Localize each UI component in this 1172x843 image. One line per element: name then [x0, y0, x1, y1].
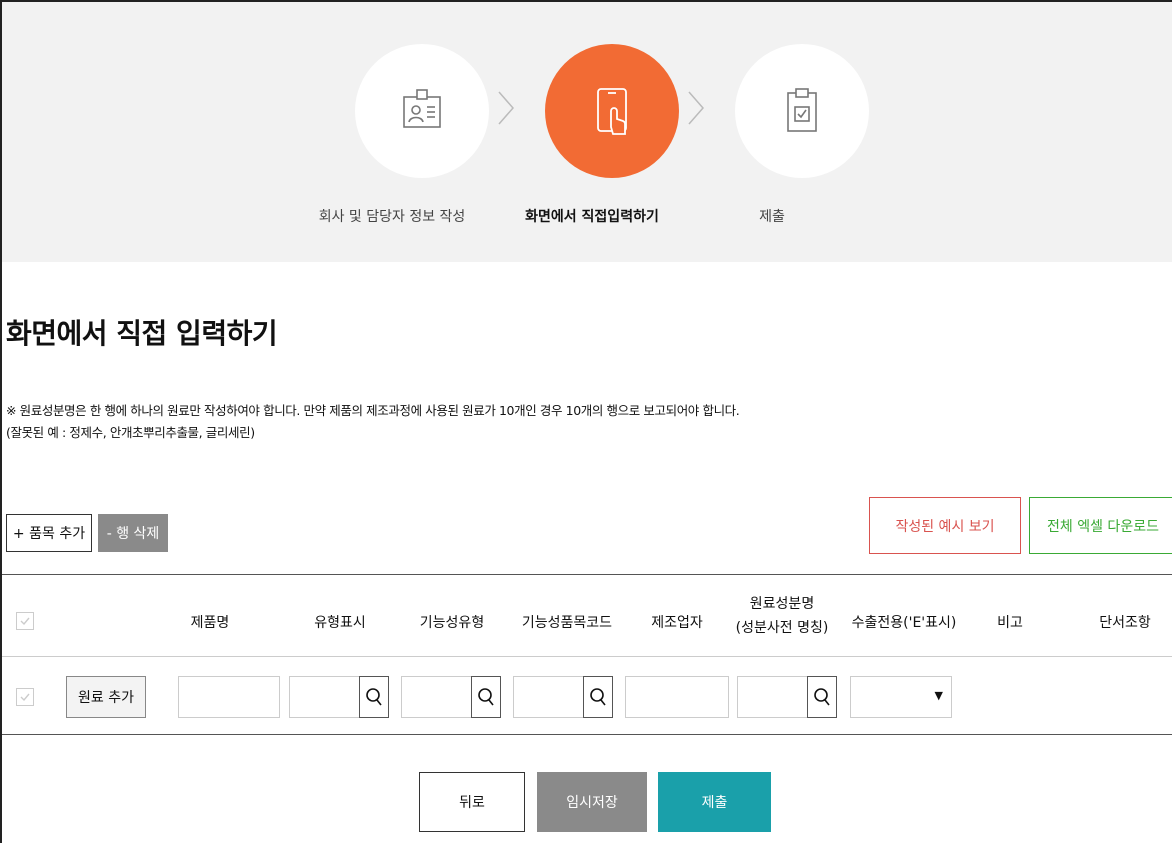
- functional-type-input[interactable]: [401, 676, 473, 718]
- select-all-checkbox[interactable]: [16, 612, 34, 630]
- type-display-input[interactable]: [289, 676, 361, 718]
- header-functional-code: 기능성품목코드: [521, 615, 613, 631]
- header-remark: 비고: [997, 615, 1023, 631]
- manufacturer-input[interactable]: [625, 676, 729, 718]
- row-checkbox[interactable]: [16, 688, 34, 706]
- delete-row-button[interactable]: - 행 삭제: [98, 514, 168, 552]
- step-3-label: 제출: [759, 209, 785, 225]
- search-icon: [814, 688, 830, 706]
- notice-line-2: (잘못된 예 : 정제수, 안개초뿌리추출물, 글리세린): [6, 425, 255, 440]
- ingredient-search-button[interactable]: [807, 676, 837, 718]
- header-export-only: 수출전용('E'표시): [851, 615, 957, 631]
- header-proviso: 단서조항: [1099, 615, 1151, 631]
- notice-text: ※ 원료성분명은 한 행에 하나의 원료만 작성하여야 합니다. 만약 제품의 …: [6, 400, 740, 444]
- functional-code-input[interactable]: [513, 676, 585, 718]
- add-item-button[interactable]: + 품목 추가: [6, 514, 92, 552]
- functional-type-search-button[interactable]: [471, 676, 501, 718]
- dropdown-arrow-icon: ▼: [934, 689, 943, 702]
- header-functional-type: 기능성유형: [419, 615, 485, 631]
- header-ingredient-line1: 원료성분명: [749, 596, 815, 612]
- ingredient-input[interactable]: [737, 676, 809, 718]
- step-3-circle: [735, 44, 869, 178]
- header-manufacturer: 제조업자: [651, 615, 703, 631]
- header-product-name: 제품명: [190, 615, 230, 631]
- search-icon: [366, 688, 382, 706]
- checkmark-icon: [20, 693, 30, 702]
- functional-code-search-button[interactable]: [583, 676, 613, 718]
- product-name-input[interactable]: [178, 676, 280, 718]
- back-button[interactable]: 뒤로: [419, 772, 525, 832]
- notice-line-1: ※ 원료성분명은 한 행에 하나의 원료만 작성하여야 합니다. 만약 제품의 …: [6, 403, 740, 418]
- temp-save-button[interactable]: 임시저장: [537, 772, 647, 832]
- checkmark-icon: [20, 617, 30, 626]
- step-1-label: 회사 및 담당자 정보 작성: [318, 209, 466, 225]
- progress-stepper: 회사 및 담당자 정보 작성 화면에서 직접입력하기 제출: [2, 2, 1172, 262]
- header-ingredient: 원료성분명 (성분사전 명칭): [725, 592, 839, 640]
- download-excel-button[interactable]: 전체 엑셀 다운로드: [1029, 497, 1172, 554]
- tablet-touch-icon: [597, 88, 627, 135]
- chevron-right-icon: [498, 91, 514, 125]
- search-icon: [590, 688, 606, 706]
- table-bottom-border: [2, 734, 1172, 735]
- search-icon: [478, 688, 494, 706]
- table-top-border: [2, 574, 1172, 575]
- header-type-display: 유형표시: [314, 615, 366, 631]
- page-title: 화면에서 직접 입력하기: [6, 317, 278, 350]
- view-example-button[interactable]: 작성된 예시 보기: [869, 497, 1021, 554]
- export-only-select[interactable]: ▼: [850, 676, 952, 718]
- clipboard-check-icon: [787, 88, 817, 132]
- type-display-search-button[interactable]: [359, 676, 389, 718]
- step-2-circle: [545, 44, 679, 178]
- add-material-button[interactable]: 원료 추가: [66, 676, 146, 718]
- id-card-icon: [403, 89, 441, 128]
- header-divider: [2, 656, 1172, 657]
- header-ingredient-line2: (성분사전 명칭): [735, 620, 829, 636]
- step-1-circle: [355, 44, 489, 178]
- chevron-right-icon: [688, 91, 704, 125]
- submit-button[interactable]: 제출: [658, 772, 771, 832]
